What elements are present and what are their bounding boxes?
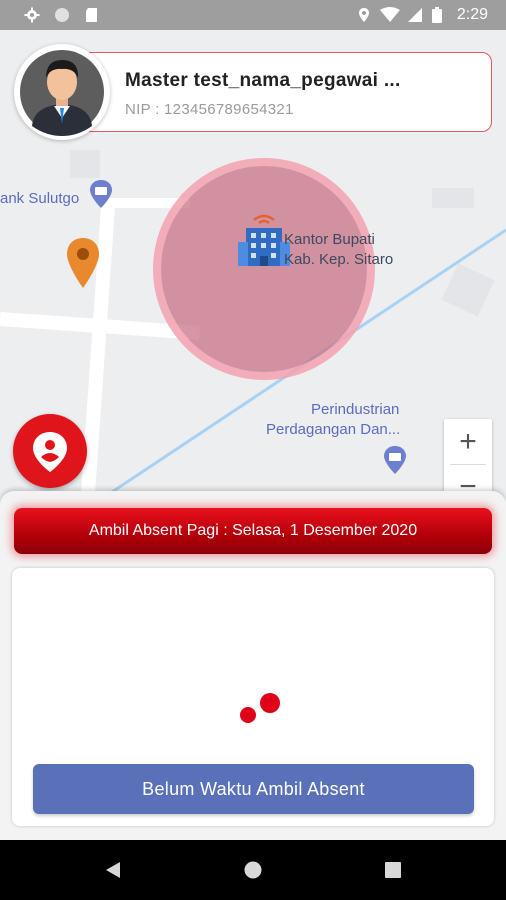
sd-card-icon <box>86 8 97 22</box>
user-location-icon <box>33 432 67 472</box>
clock: 2:29 <box>456 6 488 23</box>
wifi-icon <box>380 7 400 22</box>
status-bar: 2:29 <box>0 0 506 30</box>
map-label-ministry-line2: Perdagangan Dan... <box>266 421 401 438</box>
loading-dot <box>260 693 280 713</box>
profile-fab-button[interactable] <box>13 414 87 488</box>
bank-poi-icon[interactable] <box>90 180 112 208</box>
map-label-office-line1: Kantor Bupati <box>284 231 375 248</box>
attendance-sheet: Ambil Absent Pagi : Selasa, 1 Desember 2… <box>0 491 506 840</box>
home-icon[interactable] <box>244 861 262 879</box>
attendance-card: Belum Waktu Ambil Absent <box>12 568 494 826</box>
back-icon[interactable] <box>104 861 122 879</box>
avatar[interactable] <box>14 44 110 140</box>
zoom-in-button[interactable]: + <box>444 419 492 464</box>
geofence-circle <box>161 166 367 372</box>
battery-icon <box>432 7 442 23</box>
attendance-date-banner: Ambil Absent Pagi : Selasa, 1 Desember 2… <box>14 508 492 554</box>
map-label-bank: ank Sulutgo <box>0 190 80 207</box>
office-building-icon[interactable] <box>238 212 290 268</box>
map-label-ministry-line1: Perindustrian <box>311 401 400 418</box>
employee-name: Master test_nama_pegawai ... <box>125 70 401 91</box>
map-building <box>432 188 474 208</box>
location-icon <box>359 8 369 22</box>
ministry-poi-icon[interactable] <box>384 446 406 474</box>
circle-icon <box>55 8 69 22</box>
gear-icon <box>24 7 40 23</box>
map-pin-icon[interactable] <box>67 238 99 288</box>
take-attendance-button[interactable]: Belum Waktu Ambil Absent <box>33 764 474 814</box>
user-avatar-icon <box>20 50 104 136</box>
loading-dot <box>240 707 256 723</box>
recents-icon[interactable] <box>385 862 401 878</box>
map-label-office-line2: Kab. Kep. Sitaro <box>284 251 394 268</box>
map-building <box>70 150 100 178</box>
employee-nip: NIP : 123456789654321 <box>125 101 294 118</box>
signal-icon <box>408 8 422 22</box>
navigation-bar <box>0 840 506 900</box>
profile-card: Master test_nama_pegawai ... NIP : 12345… <box>68 52 492 132</box>
